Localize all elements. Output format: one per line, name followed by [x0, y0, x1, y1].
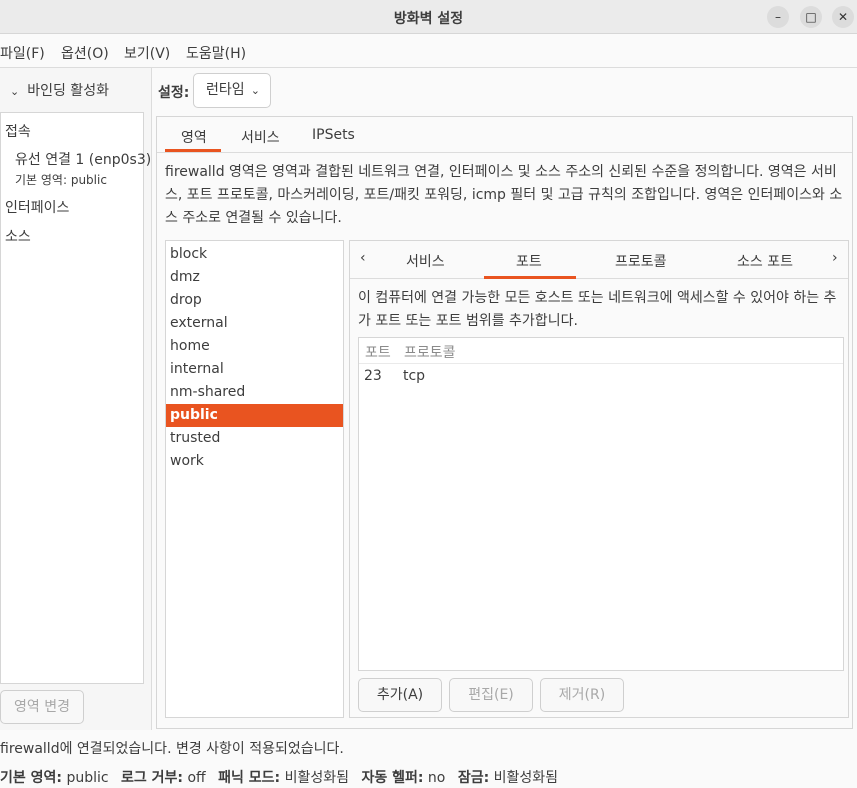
zone-description: firewalld 영역은 영역과 결합된 네트워크 연결, 인터페이스 및 소…: [165, 164, 843, 226]
column-header-protocol[interactable]: 프로토콜: [404, 342, 456, 362]
status-bar: 기본 영역: public 로그 거부: off 패닉 모드: 비활성화됨 자동…: [0, 767, 558, 787]
subtab-active-indicator: [484, 276, 576, 279]
default-zone-label: 기본 영역:: [0, 770, 62, 786]
chevron-right-icon[interactable]: ›: [832, 250, 838, 266]
zone-item-home[interactable]: home: [166, 335, 343, 358]
connections-label: 접속: [5, 124, 31, 140]
menu-bar: 파일(F) 옵션(O) 보기(V) 도움말(H): [0, 34, 857, 68]
remove-port-button[interactable]: 제거(R): [540, 678, 624, 712]
log-denied-value: off: [187, 770, 206, 786]
zone-item-drop[interactable]: drop: [166, 289, 343, 312]
header-divider: [359, 363, 843, 364]
tab-ipsets[interactable]: IPSets: [312, 127, 355, 143]
zone-change-button[interactable]: 영역 변경: [0, 690, 84, 724]
menu-help[interactable]: 도움말(H): [186, 43, 246, 63]
binding-header-label: 바인딩 활성화: [27, 83, 109, 99]
connection-item[interactable]: 유선 연결 1 (enp0s3): [15, 149, 151, 169]
zone-sub-tabs: ‹ 서비스 포트 프로토콜 소스 포트 ›: [350, 241, 848, 279]
binding-toggle[interactable]: ⌄ 바인딩 활성화: [10, 80, 109, 100]
lockdown-value: 비활성화됨: [493, 770, 559, 786]
tab-zones[interactable]: 영역: [181, 127, 207, 147]
menu-options[interactable]: 옵션(O): [61, 43, 109, 63]
config-select[interactable]: 런타임 ⌄: [193, 73, 271, 108]
status-message: firewalld에 연결되었습니다. 변경 사항이 적용되었습니다.: [0, 741, 344, 757]
config-value: 런타임: [206, 82, 245, 98]
ports-table: 포트 프로토콜 23 tcp: [358, 337, 844, 671]
chevron-left-icon[interactable]: ‹: [360, 250, 366, 266]
main-tabs: 영역 서비스 IPSets: [157, 117, 852, 153]
protocol-cell: tcp: [403, 368, 426, 384]
chevron-down-icon: ⌄: [10, 85, 20, 98]
subtab-ports[interactable]: 포트: [516, 251, 542, 271]
zone-item-block[interactable]: block: [166, 243, 343, 266]
zone-item-work[interactable]: work: [166, 450, 343, 473]
binding-panel: ⌄ 바인딩 활성화 접속 유선 연결 1 (enp0s3) 기본 영역: publ…: [0, 68, 152, 730]
port-cell: 23: [364, 368, 382, 384]
connection-zone: 기본 영역: public: [15, 173, 107, 187]
title-bar: 방화벽 설정 – □ ✕: [0, 0, 857, 34]
chevron-down-icon: ⌄: [250, 84, 260, 97]
panic-mode-label: 패닉 모드:: [218, 770, 281, 786]
auto-helper-value: no: [427, 770, 446, 786]
config-label: 설정:: [158, 85, 190, 101]
interfaces-label: 인터페이스: [5, 200, 70, 216]
window-title: 방화벽 설정: [393, 11, 464, 27]
default-zone-value: public: [66, 770, 109, 786]
minimize-icon[interactable]: –: [767, 6, 789, 28]
lockdown-label: 잠금:: [457, 770, 490, 786]
zone-detail-panel: ‹ 서비스 포트 프로토콜 소스 포트 › 이 컴퓨터에 연결 가능한 모든 호…: [349, 240, 849, 718]
auto-helper-label: 자동 헬퍼:: [361, 770, 424, 786]
subtab-source-ports[interactable]: 소스 포트: [737, 251, 793, 271]
column-header-port[interactable]: 포트: [365, 342, 391, 362]
zone-list: block dmz drop external home internal nm…: [165, 240, 344, 718]
log-denied-label: 로그 거부:: [121, 770, 184, 786]
zone-item-public[interactable]: public: [166, 404, 343, 427]
maximize-icon[interactable]: □: [800, 6, 822, 28]
main-panel: 영역 서비스 IPSets firewalld 영역은 영역과 결합된 네트워크…: [156, 116, 853, 729]
zone-item-internal[interactable]: internal: [166, 358, 343, 381]
zone-item-dmz[interactable]: dmz: [166, 266, 343, 289]
subtab-services[interactable]: 서비스: [406, 251, 445, 271]
zone-item-trusted[interactable]: trusted: [166, 427, 343, 450]
zone-item-external[interactable]: external: [166, 312, 343, 335]
tab-services[interactable]: 서비스: [241, 127, 280, 147]
add-port-button[interactable]: 추가(A): [358, 678, 442, 712]
panic-mode-value: 비활성화됨: [284, 770, 350, 786]
subtab-protocols[interactable]: 프로토콜: [615, 251, 667, 271]
binding-list: 접속 유선 연결 1 (enp0s3) 기본 영역: public 인터페이스 …: [0, 112, 151, 684]
tab-active-indicator: [165, 149, 221, 152]
edit-port-button[interactable]: 편집(E): [449, 678, 533, 712]
ports-description: 이 컴퓨터에 연결 가능한 모든 호스트 또는 네트워크에 액세스할 수 있어야…: [358, 290, 837, 329]
zone-item-nm-shared[interactable]: nm-shared: [166, 381, 343, 404]
menu-file[interactable]: 파일(F): [0, 43, 45, 63]
menu-view[interactable]: 보기(V): [124, 43, 170, 63]
close-icon[interactable]: ✕: [832, 6, 854, 28]
sources-label: 소스: [5, 229, 31, 245]
